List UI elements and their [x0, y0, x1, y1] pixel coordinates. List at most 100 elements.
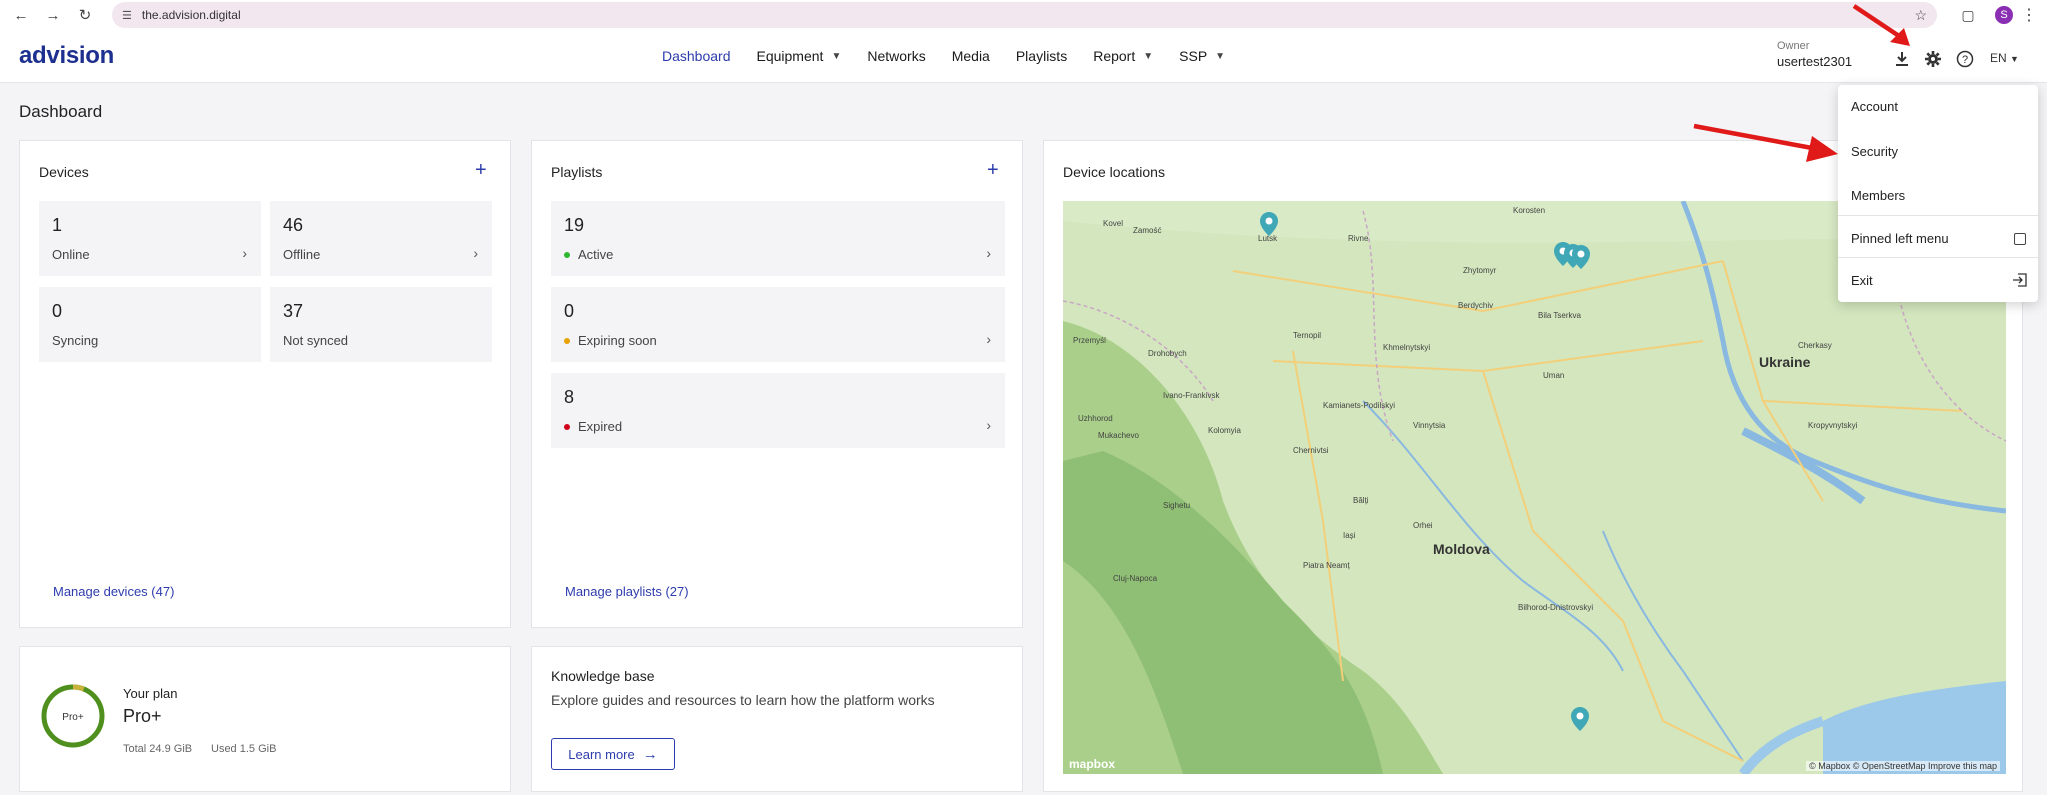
map-label-korosten: Korosten — [1513, 206, 1546, 215]
map-label-balti: Bălți — [1353, 496, 1369, 505]
download-icon[interactable] — [1892, 49, 1912, 69]
pinned-left-menu-checkbox[interactable] — [2014, 233, 2026, 245]
main-nav: Dashboard Equipment ▼ Networks Media Play… — [662, 48, 1251, 64]
chevron-down-icon: ▼ — [1215, 50, 1226, 62]
nav-equipment[interactable]: Equipment ▼ — [757, 48, 842, 64]
tile-expiring-soon[interactable]: 0 Expiring soon › — [551, 287, 1005, 362]
mapbox-logo[interactable]: mapbox — [1069, 757, 1115, 771]
owner-name: usertest2301 — [1777, 54, 1853, 69]
manage-playlists-link[interactable]: Manage playlists (27) — [565, 584, 689, 599]
map-label-przemysl: Przemyśl — [1073, 336, 1106, 345]
tile-value: 0 — [52, 301, 63, 321]
menu-item-account[interactable]: Account — [1851, 99, 1898, 114]
arrow-right-icon: → — [642, 745, 658, 763]
menu-item-pinned-left-menu[interactable]: Pinned left menu — [1851, 231, 1949, 246]
app-logo[interactable]: advision — [19, 42, 114, 70]
nav-dashboard[interactable]: Dashboard — [662, 48, 731, 64]
playlists-card: Playlists + 19 Active › 0 Expiring soon … — [531, 140, 1023, 628]
playlists-title: Playlists — [551, 164, 603, 180]
map-label-mukachevo: Mukachevo — [1098, 431, 1139, 440]
tile-offline[interactable]: 46 Offline › — [270, 201, 492, 276]
gear-icon[interactable] — [1923, 49, 1943, 69]
map-pin-marker[interactable] — [1570, 706, 1590, 732]
nav-media[interactable]: Media — [952, 48, 990, 64]
tile-label: Not synced — [283, 333, 349, 348]
tile-label: Online — [52, 247, 90, 262]
browser-menu-icon[interactable]: ⋮ — [2021, 5, 2037, 25]
chevron-down-icon: ▼ — [1143, 50, 1154, 62]
help-icon[interactable]: ? — [1955, 49, 1975, 69]
profile-avatar[interactable]: S — [1995, 6, 2013, 24]
devices-card: Devices + 1 Online › 46 Offline › 0 Sync… — [19, 140, 511, 628]
tile-value: 1 — [52, 215, 63, 235]
address-bar[interactable]: ☰ the.advision.digital ☆ — [112, 2, 1937, 28]
back-icon[interactable]: ← — [10, 4, 32, 26]
map-label-kamianets: Kamianets-Podilskyi — [1323, 401, 1396, 410]
tile-label: Expired — [564, 419, 622, 434]
bookmark-star-icon[interactable]: ☆ — [1914, 7, 1927, 24]
tile-value: 19 — [564, 215, 585, 235]
nav-report[interactable]: Report ▼ — [1093, 48, 1153, 64]
menu-item-exit[interactable]: Exit — [1851, 273, 1873, 288]
tile-label: Syncing — [52, 333, 99, 348]
devices-title: Devices — [39, 164, 89, 180]
forward-icon[interactable]: → — [42, 4, 64, 26]
reload-icon[interactable]: ↻ — [74, 4, 96, 26]
tile-expired[interactable]: 8 Expired › — [551, 373, 1005, 448]
exit-icon — [2013, 273, 2027, 287]
knowledge-title: Knowledge base — [551, 668, 655, 684]
status-dot — [564, 337, 570, 344]
map-label-uman: Uman — [1543, 371, 1565, 380]
tile-label: Expiring soon — [564, 333, 657, 348]
map-label-moldova: Moldova — [1433, 541, 1490, 557]
tile-online[interactable]: 1 Online › — [39, 201, 261, 276]
language-selector[interactable]: EN ▼ — [1990, 51, 2019, 65]
tile-label-text: Active — [578, 247, 614, 262]
chevron-down-icon: ▼ — [831, 50, 842, 62]
chevron-down-icon: ▼ — [2010, 54, 2019, 64]
map-label-ivano-frankivsk: Ivano-Frankivsk — [1163, 391, 1220, 400]
learn-more-button[interactable]: Learn more → — [551, 738, 675, 770]
extensions-icon[interactable]: ▢ — [1957, 4, 1979, 26]
tile-label-text: Expired — [578, 419, 623, 434]
language-label: EN — [1990, 51, 2007, 65]
nav-label: SSP — [1179, 48, 1208, 64]
map-pin-marker[interactable] — [1259, 211, 1279, 237]
map-label-cluj: Cluj-Napoca — [1113, 574, 1158, 583]
map-label-uzhhorod: Uzhhorod — [1078, 414, 1113, 423]
manage-devices-link[interactable]: Manage devices (47) — [53, 584, 174, 599]
tile-label-text: Expiring soon — [578, 333, 657, 348]
map-label-khmelnytskyi: Khmelnytskyi — [1383, 343, 1431, 352]
owner-switcher[interactable]: Owner usertest2301 — [1777, 40, 1852, 69]
menu-item-members[interactable]: Members — [1851, 188, 1905, 203]
nav-label: Dashboard — [662, 48, 731, 64]
tile-value: 46 — [283, 215, 304, 235]
map-label-zhytomyr: Zhytomyr — [1463, 266, 1497, 275]
menu-item-security[interactable]: Security — [1851, 144, 1898, 159]
tile-active[interactable]: 19 Active › — [551, 201, 1005, 276]
chevron-right-icon: › — [242, 245, 247, 261]
nav-ssp[interactable]: SSP ▼ — [1179, 48, 1225, 64]
map-label-rivne: Rivne — [1348, 234, 1369, 243]
map-label-ukraine: Ukraine — [1759, 354, 1811, 370]
owner-label: Owner — [1777, 40, 1810, 52]
map-label-iasi: Iași — [1343, 531, 1356, 540]
plan-label: Your plan — [123, 686, 178, 701]
settings-dropdown: Account Security Members Pinned left men… — [1838, 85, 2038, 302]
tile-value: 8 — [564, 387, 575, 407]
chevron-right-icon: › — [473, 245, 478, 261]
add-device-button[interactable]: + — [475, 159, 487, 182]
map-pin-marker[interactable] — [1571, 244, 1591, 270]
tile-value: 37 — [283, 301, 304, 321]
nav-networks[interactable]: Networks — [867, 48, 925, 64]
map-label-bila-tserkva: Bila Tserkva — [1538, 311, 1581, 320]
site-info-icon[interactable]: ☰ — [122, 9, 132, 22]
add-playlist-button[interactable]: + — [987, 159, 999, 182]
nav-playlists[interactable]: Playlists — [1016, 48, 1067, 64]
knowledge-description: Explore guides and resources to learn ho… — [551, 692, 935, 708]
map-title: Device locations — [1063, 164, 1165, 180]
map-label-bilhorod: Bilhorod-Dnistrovskyi — [1518, 603, 1594, 612]
chevron-right-icon: › — [986, 245, 991, 261]
map-label-sighetu: Sighetu — [1163, 501, 1191, 510]
map-attribution[interactable]: © Mapbox © OpenStreetMap Improve this ma… — [1806, 761, 2000, 771]
